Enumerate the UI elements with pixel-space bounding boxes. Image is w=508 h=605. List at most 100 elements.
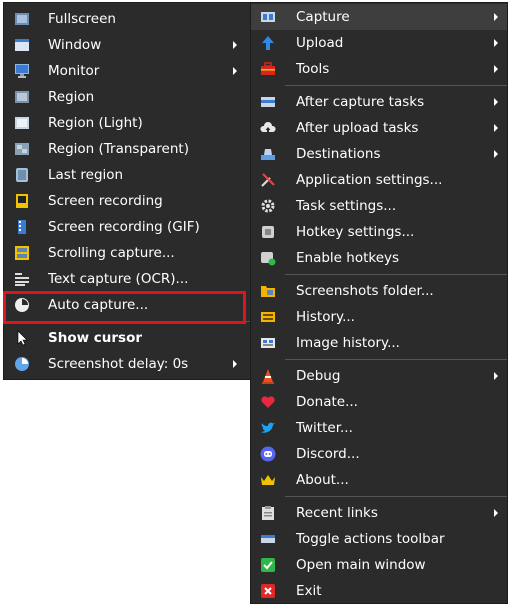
menu-item-enable-hotkeys[interactable]: Enable hotkeys [251,245,507,271]
menu-item-recent-links[interactable]: Recent links [251,500,507,526]
menu-item-history[interactable]: History... [251,304,507,330]
menu-item-open-main-window[interactable]: Open main window [251,552,507,578]
menu-item-label: Exit [296,583,322,599]
menu-item-label: Twitter... [296,420,353,436]
menu-item-label: Task settings... [296,198,397,214]
menu-item-task-settings[interactable]: Task settings... [251,193,507,219]
enable-hotkeys-icon [260,250,276,266]
menu-separator [38,321,252,322]
menu-item-label: History... [296,309,355,325]
upload-arrow-icon [260,35,276,51]
capture-submenu: Fullscreen Window Monitor Region Region … [3,2,253,380]
menu-item-label: Region (Light) [48,115,143,131]
menu-item-capture[interactable]: Capture [251,4,507,30]
menu-item-label: Region (Transparent) [48,141,189,157]
destinations-icon [260,146,276,162]
menu-item-label: Text capture (OCR)... [48,271,189,287]
submenu-arrow-icon [494,13,498,21]
menu-item-label: After upload tasks [296,120,419,136]
menu-item-application-settings[interactable]: Application settings... [251,167,507,193]
menu-item-label: After capture tasks [296,94,425,110]
region-icon [14,89,30,105]
menu-item-label: Application settings... [296,172,443,188]
menu-item-discord[interactable]: Discord... [251,441,507,467]
menu-item-about[interactable]: About... [251,467,507,493]
auto-capture-icon [14,297,30,313]
menu-item-label: Screenshots folder... [296,283,434,299]
menu-item-label: Capture [296,9,350,25]
menu-item-region[interactable]: Region [4,84,252,110]
crown-icon [260,472,276,488]
menu-item-label: Scrolling capture... [48,245,175,261]
menu-item-label: Screenshot delay: 0s [48,356,189,372]
menu-item-label: Window [48,37,102,53]
menu-item-donate[interactable]: Donate... [251,389,507,415]
twitter-bird-icon [260,420,276,436]
menu-item-image-history[interactable]: Image history... [251,330,507,356]
menu-item-label: Monitor [48,63,100,79]
menu-item-label: Region [48,89,95,105]
menu-item-monitor[interactable]: Monitor [4,58,252,84]
scrolling-capture-icon [14,245,30,261]
menu-item-debug[interactable]: Debug [251,363,507,389]
menu-item-screenshot-delay[interactable]: Screenshot delay: 0s [4,351,252,377]
toolbar-icon [260,531,276,547]
menu-item-label: Discord... [296,446,360,462]
menu-item-region-light[interactable]: Region (Light) [4,110,252,136]
submenu-arrow-icon [494,372,498,380]
menu-item-label: Hotkey settings... [296,224,415,240]
menu-item-toggle-actions-toolbar[interactable]: Toggle actions toolbar [251,526,507,552]
keyboard-icon [260,224,276,240]
clipboard-icon [260,505,276,521]
menu-item-auto-capture[interactable]: Auto capture... [4,292,252,318]
menu-item-destinations[interactable]: Destinations [251,141,507,167]
submenu-arrow-icon [494,509,498,517]
submenu-arrow-icon [494,98,498,106]
menu-item-label: Image history... [296,335,400,351]
menu-item-twitter[interactable]: Twitter... [251,415,507,441]
submenu-arrow-icon [233,41,237,49]
menu-item-label: Toggle actions toolbar [296,531,445,547]
menu-item-window[interactable]: Window [4,32,252,58]
menu-item-label: Auto capture... [48,297,149,313]
submenu-arrow-icon [233,67,237,75]
menu-item-show-cursor[interactable]: Show cursor [4,325,252,351]
history-icon [260,309,276,325]
menu-item-after-upload-tasks[interactable]: After upload tasks [251,115,507,141]
menu-item-last-region[interactable]: Last region [4,162,252,188]
menu-item-text-capture[interactable]: Text capture (OCR)... [4,266,252,292]
menu-item-screenshots-folder[interactable]: Screenshots folder... [251,278,507,304]
menu-item-screen-recording-gif[interactable]: Screen recording (GIF) [4,214,252,240]
submenu-arrow-icon [494,124,498,132]
menu-item-exit[interactable]: Exit [251,578,507,604]
menu-item-label: Tools [296,61,330,77]
heart-icon [260,394,276,410]
discord-icon [260,446,276,462]
fullscreen-icon [14,11,30,27]
menu-item-label: Screen recording [48,193,163,209]
cloud-upload-icon [260,120,276,136]
checkmark-window-icon [260,557,276,573]
menu-item-screen-recording[interactable]: Screen recording [4,188,252,214]
menu-item-label: Open main window [296,557,426,573]
debug-cone-icon [260,368,276,384]
submenu-arrow-icon [233,360,237,368]
gear-icon [260,198,276,214]
cursor-icon [14,330,30,346]
menu-item-tools[interactable]: Tools [251,56,507,82]
exit-x-icon [260,583,276,599]
menu-item-scrolling-capture[interactable]: Scrolling capture... [4,240,252,266]
menu-item-label: Last region [48,167,124,183]
menu-item-region-transparent[interactable]: Region (Transparent) [4,136,252,162]
submenu-arrow-icon [494,65,498,73]
screen-recording-gif-icon [14,219,30,235]
menu-item-fullscreen[interactable]: Fullscreen [4,6,252,32]
toolbox-icon [260,61,276,77]
window-icon [14,37,30,53]
monitor-icon [14,63,30,79]
menu-item-label: Screen recording (GIF) [48,219,200,235]
screen-recording-icon [14,193,30,209]
menu-item-after-capture-tasks[interactable]: After capture tasks [251,89,507,115]
menu-item-hotkey-settings[interactable]: Hotkey settings... [251,219,507,245]
menu-item-upload[interactable]: Upload [251,30,507,56]
